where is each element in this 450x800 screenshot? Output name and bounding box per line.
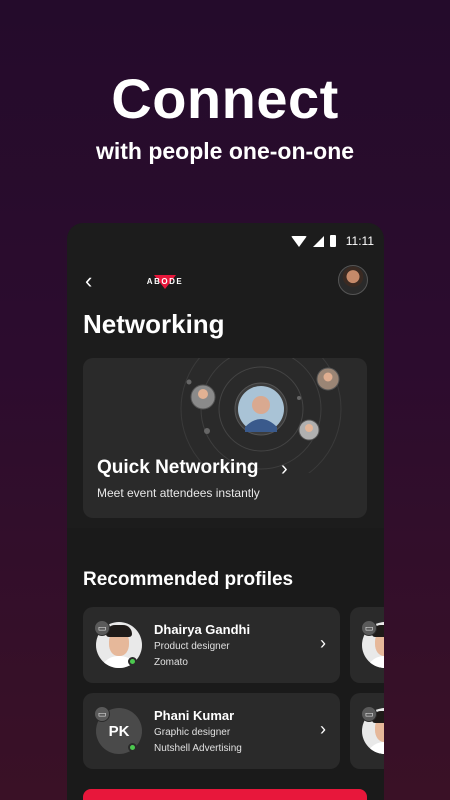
online-indicator	[128, 657, 137, 666]
avatar-shirt	[366, 742, 384, 754]
promo-title: Connect	[111, 67, 339, 130]
profile-card-partial[interactable]: ▭	[350, 607, 384, 683]
profile-card[interactable]: PK ▭ Phani Kumar Graphic designer Nutshe…	[83, 693, 340, 769]
status-bar: 11:11	[290, 233, 374, 249]
chevron-right-icon: ›	[320, 719, 326, 739]
phone-frame: 11:11 ‹ ABODE Networking Quick Networkin…	[67, 223, 384, 800]
radar-graphic	[180, 358, 342, 473]
promo-subtitle: with people one-on-one	[95, 138, 355, 164]
profile-card[interactable]: ▭ Dhairya Gandhi Product designer Zomato…	[83, 607, 340, 683]
signal-icon	[312, 235, 324, 247]
page-title: Networking	[83, 309, 225, 339]
abode-logo: ABODE	[147, 275, 183, 289]
quick-networking-subtitle: Meet event attendees instantly	[97, 486, 260, 500]
profile-name: Dhairya Gandhi	[154, 622, 251, 637]
status-time: 11:11	[345, 234, 374, 248]
logo-text: ABODE	[147, 277, 183, 286]
online-indicator	[128, 743, 137, 752]
user-avatar[interactable]	[338, 265, 368, 295]
recommended-title: Recommended profiles	[83, 569, 294, 590]
quick-networking-title: Quick Networking	[97, 457, 259, 478]
screen-share-icon: ▭	[94, 706, 110, 722]
primary-action-button[interactable]	[83, 789, 367, 800]
profile-company: Nutshell Advertising	[154, 743, 242, 754]
screen-share-icon: ▭	[361, 620, 377, 636]
profile-card-partial[interactable]: ▭	[350, 693, 384, 769]
chevron-right-icon: ›	[281, 458, 288, 480]
section-divider	[67, 528, 384, 543]
screen-share-icon: ▭	[94, 620, 110, 636]
top-navigation: ‹ ABODE	[83, 265, 368, 299]
battery-icon	[329, 235, 336, 247]
profile-name: Phani Kumar	[154, 708, 235, 723]
avatar-shirt	[366, 656, 384, 668]
profile-company: Zomato	[154, 657, 188, 668]
profile-role: Graphic designer	[154, 727, 231, 738]
wifi-icon	[290, 235, 307, 247]
back-arrow-icon[interactable]: ‹	[85, 269, 103, 293]
quick-networking-card[interactable]: Quick Networking › Meet event attendees …	[83, 358, 367, 518]
chevron-right-icon: ›	[320, 633, 326, 653]
screen-share-icon: ▭	[361, 706, 377, 722]
profile-role: Product designer	[154, 641, 230, 652]
